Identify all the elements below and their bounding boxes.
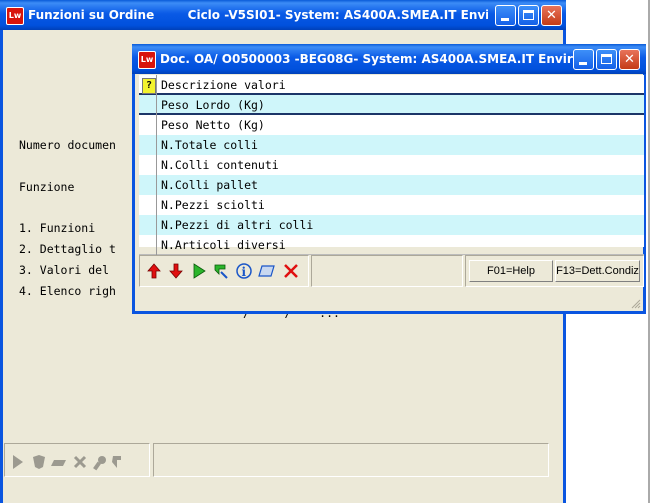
back-window-title: Funzioni su Ordine Ciclo -V5SI01- System… (28, 8, 488, 22)
row-label: N.Colli pallet (161, 178, 258, 192)
enter-icon (112, 456, 121, 468)
row-gutter (139, 135, 157, 155)
table-row[interactable]: N.Colli contenuti (139, 155, 644, 175)
front-status-area (311, 255, 463, 287)
values-table: ? Descrizione valori Peso Lordo (Kg) Pes… (139, 75, 644, 255)
table-row[interactable]: N.Colli pallet (139, 175, 644, 195)
document-number-label: Numero documen (19, 138, 116, 152)
table-row[interactable]: N.Pezzi di altri colli (139, 215, 644, 235)
row-gutter (139, 115, 157, 135)
row-gutter (139, 175, 157, 195)
row-label: N.Colli contenuti (161, 158, 279, 172)
arrow-down-icon[interactable] (165, 260, 186, 282)
row-gutter (139, 155, 157, 175)
row-label: N.Totale colli (161, 138, 258, 152)
back-toolbar-icons (13, 455, 121, 471)
resize-grip-icon[interactable] (629, 297, 641, 309)
app-logo-icon: Lw (6, 7, 24, 25)
function-label: Funzione (19, 180, 75, 194)
eraser-icon[interactable] (256, 260, 277, 282)
row-label: N.Pezzi di altri colli (161, 218, 314, 232)
table-header: ? Descrizione valori (139, 75, 644, 95)
enter-icon[interactable] (210, 260, 231, 282)
svg-text:i: i (241, 265, 246, 279)
row-label: Peso Netto (Kg) (161, 118, 265, 132)
menu-option-4[interactable]: 4. Elenco righ (19, 284, 116, 298)
play-icon (13, 455, 23, 469)
table-row[interactable]: N.Totale colli (139, 135, 644, 155)
minimize-button[interactable] (573, 49, 594, 70)
close-icon[interactable] (280, 260, 301, 282)
f01-help-button[interactable]: F01=Help (469, 260, 553, 282)
row-label: N.Pezzi sciolti (161, 198, 265, 212)
gutter: ? (139, 75, 157, 95)
front-window-title: Doc. OA/ O0500003 -BEG08G- System: AS400… (160, 52, 580, 66)
column-header: Descrizione valori (161, 78, 286, 92)
front-window: Lw Doc. OA/ O0500003 -BEG08G- System: AS… (132, 44, 646, 314)
info-icon[interactable]: i (233, 260, 254, 282)
row-gutter (139, 215, 157, 235)
maximize-button[interactable] (596, 49, 617, 70)
eraser-icon (51, 460, 66, 466)
row-gutter (139, 95, 157, 115)
close-button[interactable]: ✕ (619, 49, 640, 70)
maximize-button[interactable] (518, 5, 539, 26)
close-icon (73, 455, 87, 469)
table-row[interactable]: N.Articoli diversi (139, 235, 644, 255)
close-button[interactable]: ✕ (541, 5, 562, 26)
row-gutter (139, 235, 157, 255)
menu-option-2[interactable]: 2. Dettaglio t (19, 242, 116, 256)
minimize-button[interactable] (495, 5, 516, 26)
f13-details-button[interactable]: F13=Dett.Condiz (555, 260, 640, 282)
front-titlebar[interactable]: Lw Doc. OA/ O0500003 -BEG08G- System: AS… (132, 44, 646, 74)
menu-option-3[interactable]: 3. Valori del (19, 263, 109, 277)
menu-option-1[interactable]: 1. Funzioni (19, 221, 95, 235)
help-marker-icon[interactable]: ? (142, 78, 156, 94)
shield-icon (33, 455, 45, 469)
app-logo-icon: Lw (138, 51, 156, 69)
arrow-up-icon[interactable] (143, 260, 164, 282)
row-label: N.Articoli diversi (161, 238, 286, 252)
row-label: Peso Lordo (Kg) (161, 98, 265, 112)
table-row[interactable]: Peso Netto (Kg) (139, 115, 644, 135)
back-status-area (153, 443, 549, 477)
back-titlebar[interactable]: Lw Funzioni su Ordine Ciclo -V5SI01- Sys… (0, 0, 566, 30)
play-icon[interactable] (188, 260, 209, 282)
table-row[interactable]: Peso Lordo (Kg) (139, 95, 644, 115)
row-gutter (139, 195, 157, 215)
table-row[interactable]: N.Pezzi sciolti (139, 195, 644, 215)
